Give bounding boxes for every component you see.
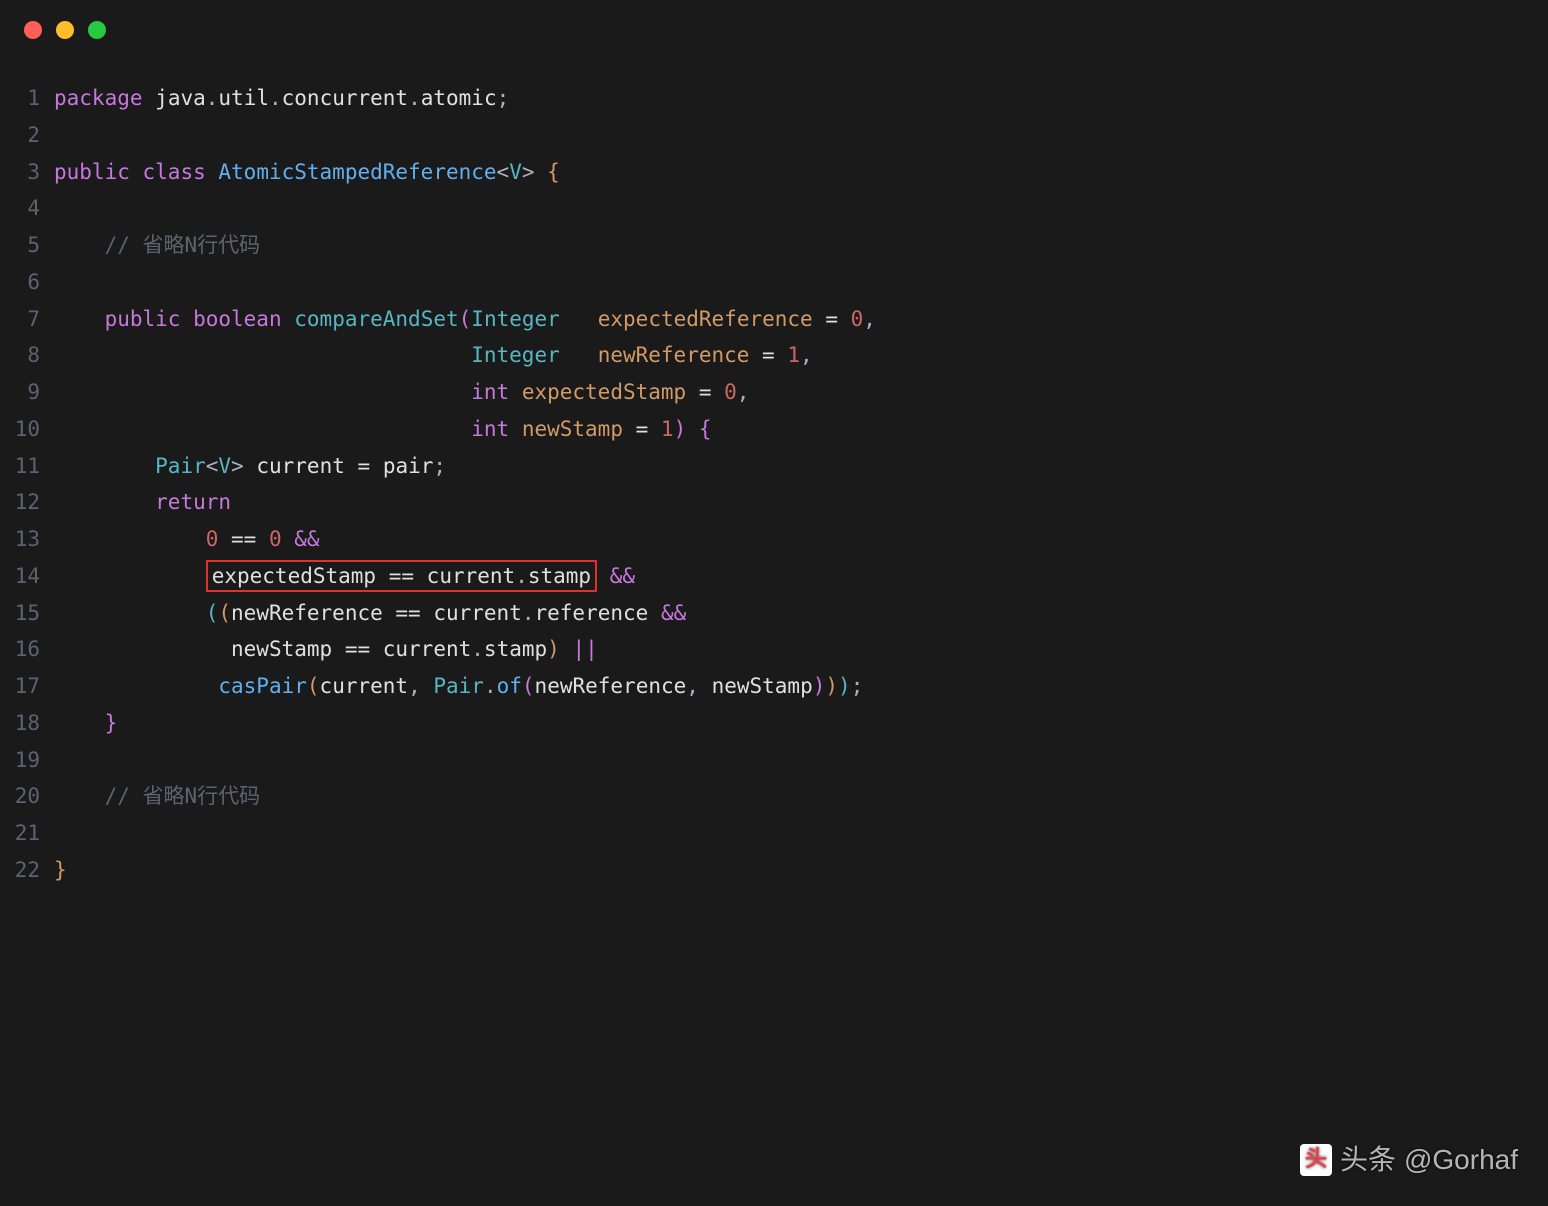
line-number: 10 <box>0 411 54 448</box>
line-number: 13 <box>0 521 54 558</box>
code-content[interactable]: Integer newReference = 1, <box>54 337 1548 374</box>
code-line[interactable]: 7 public boolean compareAndSet(Integer e… <box>0 301 1548 338</box>
watermark-handle: @Gorhaf <box>1404 1135 1518 1184</box>
line-number: 7 <box>0 301 54 338</box>
code-content[interactable]: // 省略N行代码 <box>54 227 1548 264</box>
code-line[interactable]: 14 expectedStamp == current.stamp && <box>0 558 1548 595</box>
zoom-icon[interactable] <box>88 21 106 39</box>
code-content[interactable]: public class AtomicStampedReference<V> { <box>54 154 1548 191</box>
line-number: 17 <box>0 668 54 705</box>
line-number: 20 <box>0 778 54 815</box>
line-number: 21 <box>0 815 54 852</box>
code-line[interactable]: 18 } <box>0 705 1548 742</box>
code-line[interactable]: 12 return <box>0 484 1548 521</box>
code-line[interactable]: 9 int expectedStamp = 0, <box>0 374 1548 411</box>
line-number: 6 <box>0 264 54 301</box>
code-content[interactable]: casPair(current, Pair.of(newReference, n… <box>54 668 1548 705</box>
code-content[interactable]: int expectedStamp = 0, <box>54 374 1548 411</box>
code-content[interactable]: ((newReference == current.reference && <box>54 595 1548 632</box>
line-number: 19 <box>0 742 54 779</box>
watermark: 头 头条 @Gorhaf <box>1300 1135 1518 1184</box>
line-number: 11 <box>0 448 54 485</box>
code-content[interactable]: // 省略N行代码 <box>54 778 1548 815</box>
code-content[interactable]: return <box>54 484 1548 521</box>
line-number: 3 <box>0 154 54 191</box>
code-line[interactable]: 13 0 == 0 && <box>0 521 1548 558</box>
code-line[interactable]: 4 <box>0 190 1548 227</box>
line-number: 9 <box>0 374 54 411</box>
watermark-prefix: 头条 <box>1340 1135 1396 1184</box>
line-number: 5 <box>0 227 54 264</box>
code-content[interactable]: 0 == 0 && <box>54 521 1548 558</box>
code-line[interactable]: 16 newStamp == current.stamp) || <box>0 631 1548 668</box>
code-line[interactable]: 21 <box>0 815 1548 852</box>
close-icon[interactable] <box>24 21 42 39</box>
line-number: 8 <box>0 337 54 374</box>
code-line[interactable]: 5 // 省略N行代码 <box>0 227 1548 264</box>
code-line[interactable]: 22} <box>0 852 1548 889</box>
code-line[interactable]: 6 <box>0 264 1548 301</box>
code-content[interactable]: } <box>54 705 1548 742</box>
code-content[interactable]: int newStamp = 1) { <box>54 411 1548 448</box>
code-content[interactable] <box>54 190 1548 227</box>
code-line[interactable]: 2 <box>0 117 1548 154</box>
line-number: 16 <box>0 631 54 668</box>
line-number: 18 <box>0 705 54 742</box>
code-line[interactable]: 3public class AtomicStampedReference<V> … <box>0 154 1548 191</box>
code-line[interactable]: 11 Pair<V> current = pair; <box>0 448 1548 485</box>
code-line[interactable]: 19 <box>0 742 1548 779</box>
code-content[interactable] <box>54 264 1548 301</box>
code-content[interactable] <box>54 742 1548 779</box>
code-content[interactable] <box>54 815 1548 852</box>
line-number: 2 <box>0 117 54 154</box>
code-line[interactable]: 10 int newStamp = 1) { <box>0 411 1548 448</box>
line-number: 1 <box>0 80 54 117</box>
code-content[interactable]: public boolean compareAndSet(Integer exp… <box>54 301 1548 338</box>
code-line[interactable]: 8 Integer newReference = 1, <box>0 337 1548 374</box>
minimize-icon[interactable] <box>56 21 74 39</box>
code-content[interactable]: expectedStamp == current.stamp && <box>54 558 1548 595</box>
code-line[interactable]: 15 ((newReference == current.reference &… <box>0 595 1548 632</box>
code-content[interactable]: newStamp == current.stamp) || <box>54 631 1548 668</box>
code-content[interactable]: Pair<V> current = pair; <box>54 448 1548 485</box>
line-number: 4 <box>0 190 54 227</box>
code-line[interactable]: 1package java.util.concurrent.atomic; <box>0 80 1548 117</box>
code-line[interactable]: 20 // 省略N行代码 <box>0 778 1548 815</box>
code-line[interactable]: 17 casPair(current, Pair.of(newReference… <box>0 668 1548 705</box>
toutiao-icon: 头 <box>1300 1144 1332 1176</box>
code-content[interactable]: package java.util.concurrent.atomic; <box>54 80 1548 117</box>
line-number: 12 <box>0 484 54 521</box>
code-content[interactable]: } <box>54 852 1548 889</box>
window-titlebar <box>0 0 1548 60</box>
highlight-box: expectedStamp == current.stamp <box>206 560 597 592</box>
line-number: 14 <box>0 558 54 595</box>
line-number: 15 <box>0 595 54 632</box>
line-number: 22 <box>0 852 54 889</box>
code-content[interactable] <box>54 117 1548 154</box>
code-editor[interactable]: 1package java.util.concurrent.atomic;23p… <box>0 60 1548 889</box>
